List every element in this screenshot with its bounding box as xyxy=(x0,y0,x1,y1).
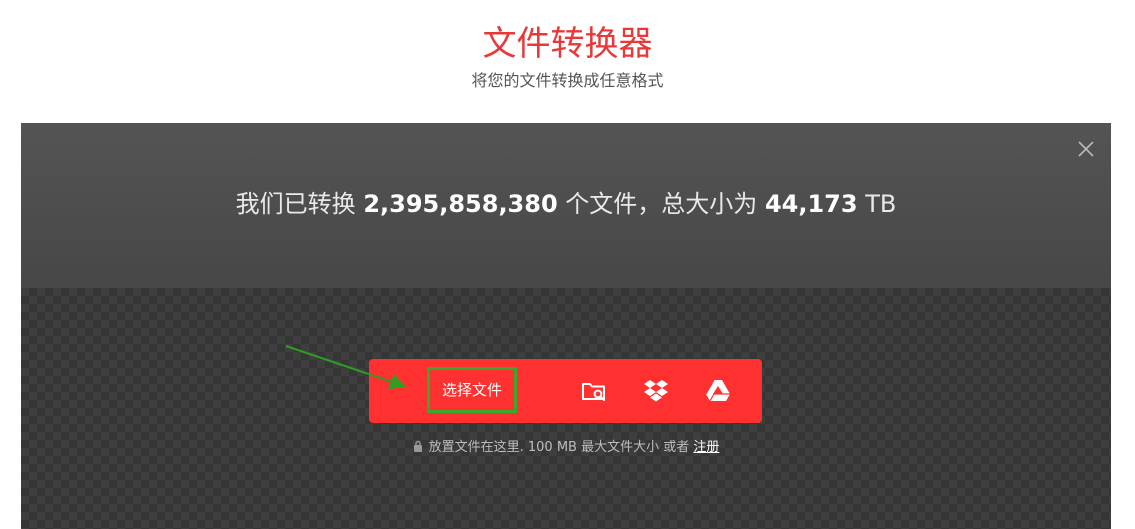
converter-panel: 我们已转换 2,395,858,380 个文件，总大小为 44,173 TB 选… xyxy=(21,123,1111,529)
upload-hint-text: 放置文件在这里. 100 MB 最大文件大小 或者 xyxy=(428,440,690,455)
stats-prefix: 我们已转换 xyxy=(235,190,356,218)
lock-icon xyxy=(413,440,422,452)
file-dropzone[interactable]: 选择文件 放置文件在这里. 100 MB 最大文件大小 或者 注册 xyxy=(21,288,1111,529)
register-link[interactable]: 注册 xyxy=(693,440,719,455)
stats-unit: TB xyxy=(865,190,897,218)
stats-file-count: 2,395,858,380 xyxy=(363,190,558,218)
close-icon[interactable] xyxy=(1076,139,1096,159)
upload-hint: 放置文件在这里. 100 MB 最大文件大小 或者 注册 xyxy=(21,439,1111,457)
folder-search-icon[interactable] xyxy=(580,377,608,405)
page: 文件转换器 将您的文件转换成任意格式 我们已转换 2,395,858,380 个… xyxy=(0,0,1135,529)
page-title: 文件转换器 xyxy=(482,24,653,64)
stats-total-size: 44,173 xyxy=(764,190,858,218)
stats-middle: 个文件，总大小为 xyxy=(565,190,758,218)
choose-files-button[interactable]: 选择文件 xyxy=(427,367,517,413)
page-subtitle: 将您的文件转换成任意格式 xyxy=(471,71,664,90)
dropbox-icon[interactable] xyxy=(642,377,670,405)
stats-banner: 我们已转换 2,395,858,380 个文件，总大小为 44,173 TB xyxy=(21,123,1111,288)
upload-toolbar: 选择文件 xyxy=(369,359,762,423)
stats-line: 我们已转换 2,395,858,380 个文件，总大小为 44,173 TB xyxy=(21,187,1111,221)
google-drive-icon[interactable] xyxy=(704,377,732,405)
